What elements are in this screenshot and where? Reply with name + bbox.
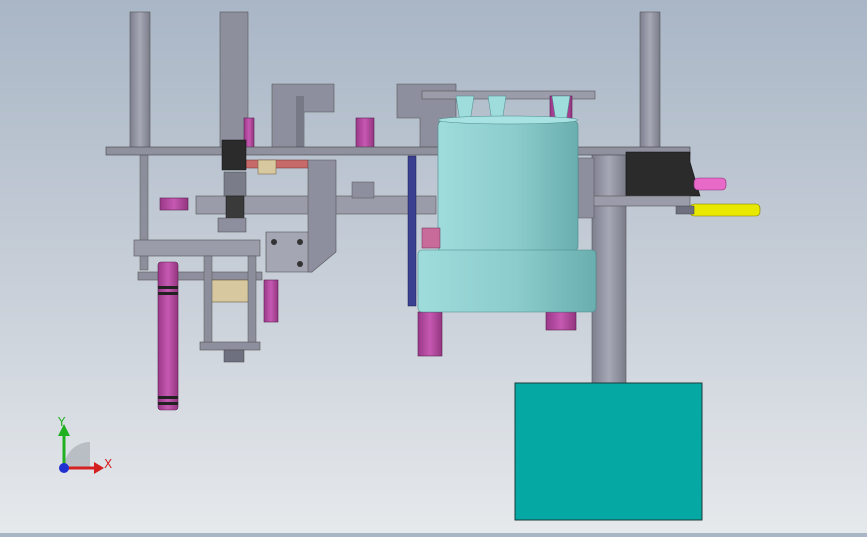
tan-block	[209, 279, 255, 303]
gripper-assembly	[217, 139, 247, 233]
left-post	[129, 11, 151, 271]
yellow-pin	[689, 203, 761, 217]
right-post	[639, 11, 661, 153]
magenta-cylinder	[157, 261, 179, 411]
main-beam	[105, 146, 691, 156]
red-bar	[245, 159, 309, 169]
z-axis-dot	[59, 463, 69, 473]
right-upright	[577, 157, 595, 219]
y-axis-label: Y	[57, 415, 66, 429]
magenta-block-upper	[355, 117, 375, 149]
magenta-stub	[159, 197, 189, 211]
cad-viewport[interactable]: Y X	[0, 0, 867, 533]
black-hood	[625, 151, 701, 197]
right-frame	[577, 195, 691, 207]
foot	[223, 349, 245, 363]
pin-holder	[675, 205, 695, 215]
main-column	[591, 151, 627, 385]
pink-pin	[693, 177, 727, 191]
assembly-drawing: Y X	[57, 11, 761, 521]
base-plate-small	[199, 341, 261, 351]
upper-bracket-left	[271, 83, 335, 151]
angled-support	[307, 159, 337, 273]
guide-rod-2	[247, 255, 257, 343]
small-block	[351, 181, 375, 199]
lower-left-bar	[133, 239, 261, 257]
magenta-lower-right	[545, 311, 577, 331]
guide-rod-1	[203, 255, 213, 343]
lower-plate	[137, 271, 263, 281]
tan-clip	[257, 159, 277, 175]
navy-rail	[407, 155, 417, 307]
magenta-lower-left	[417, 311, 443, 357]
x-axis-label: X	[104, 457, 112, 471]
coordinate-triad: Y X	[57, 415, 112, 474]
cyan-drum	[417, 95, 597, 313]
actuator-plate	[263, 231, 313, 323]
teal-base-block	[514, 382, 703, 521]
